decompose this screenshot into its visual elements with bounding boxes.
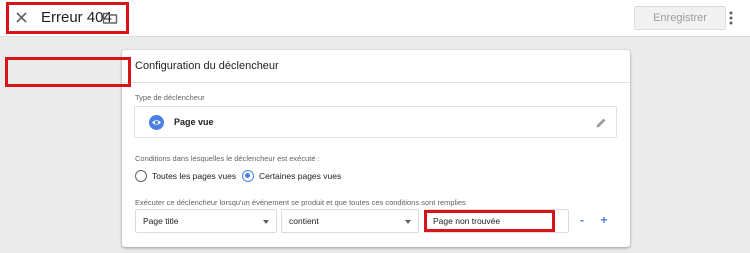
operator-select-value: contient xyxy=(289,216,319,226)
more-vert-icon xyxy=(729,11,733,25)
card-divider xyxy=(122,82,630,83)
radio-all-pages-label: Toutes les pages vues xyxy=(152,171,237,181)
close-icon xyxy=(16,12,27,23)
remove-condition-button[interactable]: - xyxy=(576,213,588,227)
radio-button-selected[interactable] xyxy=(242,170,254,182)
trigger-type-selector[interactable]: Page vue xyxy=(134,106,617,138)
radio-button-unselected[interactable] xyxy=(135,170,147,182)
operator-select[interactable]: contient xyxy=(281,209,419,233)
top-bar: Erreur 404 Enregistrer xyxy=(0,0,750,37)
condition-value-input[interactable]: Page non trouvée xyxy=(424,209,569,233)
folder-icon xyxy=(102,12,118,24)
highlight-box-trigger-type xyxy=(5,57,131,87)
folder-button[interactable] xyxy=(102,10,118,26)
dropdown-arrow-icon xyxy=(405,220,411,224)
radio-some-pages[interactable]: Certaines pages vues xyxy=(242,169,341,183)
conditions-label: Conditions dans lesquelles le déclencheu… xyxy=(135,154,320,163)
variable-select[interactable]: Page title xyxy=(135,209,277,233)
more-options-button[interactable] xyxy=(726,8,736,28)
trigger-type-label: Type de déclencheur xyxy=(135,93,205,102)
radio-all-pages[interactable]: Toutes les pages vues xyxy=(135,169,236,183)
dropdown-arrow-icon xyxy=(263,220,269,224)
trigger-type-name: Page vue xyxy=(174,117,214,127)
trigger-configuration-card: Configuration du déclencheur Type de déc… xyxy=(122,50,630,247)
add-condition-button[interactable]: + xyxy=(598,213,610,227)
card-title: Configuration du déclencheur xyxy=(135,60,279,72)
radio-some-pages-label: Certaines pages vues xyxy=(259,171,342,181)
eye-icon xyxy=(149,115,164,130)
condition-value-text: Page non trouvée xyxy=(433,216,501,226)
save-button[interactable]: Enregistrer xyxy=(634,6,726,30)
close-button[interactable] xyxy=(13,9,31,27)
variable-select-value: Page title xyxy=(143,216,179,226)
filter-label: Exécuter ce déclencheur lorsqu'un événem… xyxy=(135,198,466,207)
edit-pencil-icon[interactable] xyxy=(595,116,607,128)
